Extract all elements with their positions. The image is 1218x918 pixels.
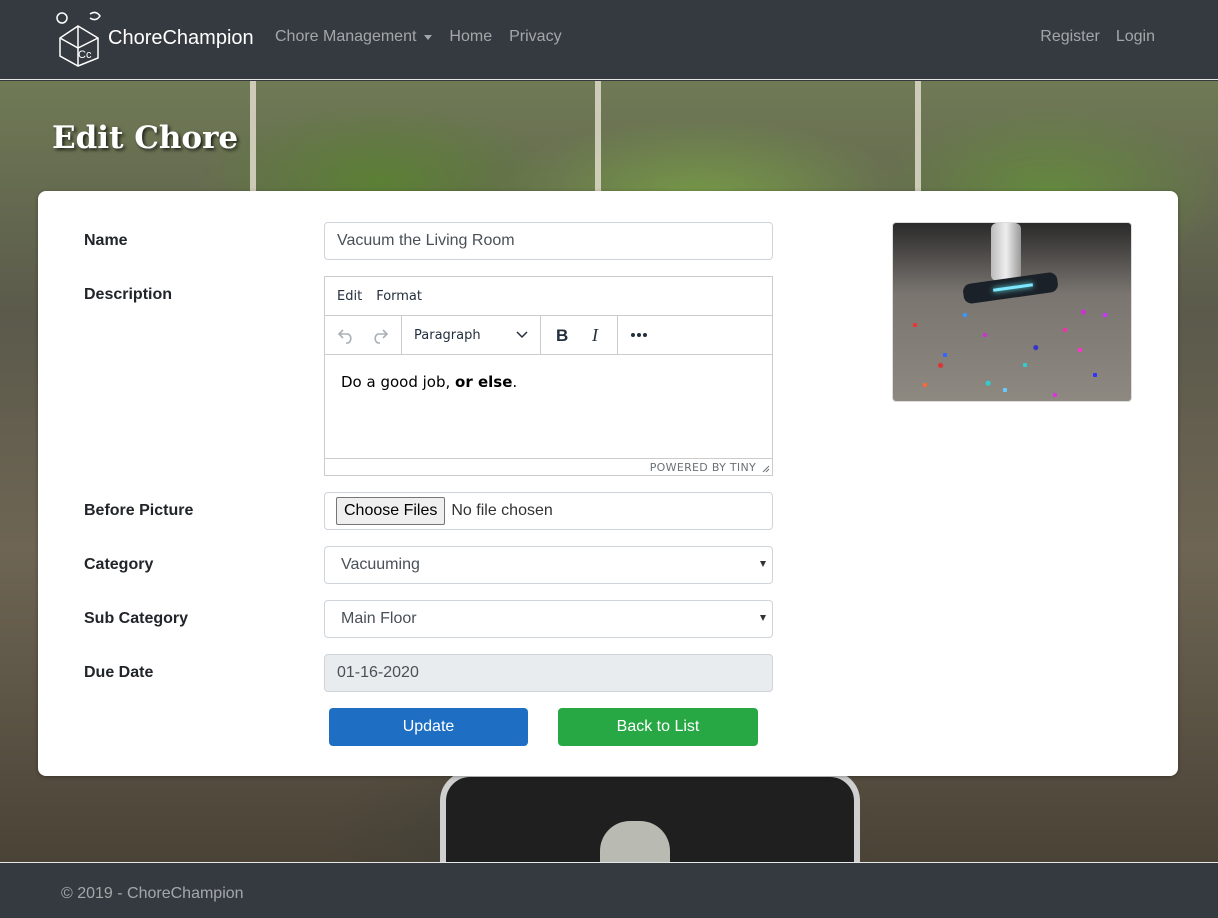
redo-icon[interactable] bbox=[363, 318, 397, 352]
powered-by-label[interactable]: POWERED BY TINY bbox=[650, 461, 756, 474]
back-to-list-button[interactable]: Back to List bbox=[558, 708, 758, 746]
nav-item-privacy[interactable]: Privacy bbox=[509, 28, 561, 46]
brand-link[interactable]: Cc ChoreChampion bbox=[52, 8, 254, 68]
name-input[interactable]: Vacuum the Living Room bbox=[324, 222, 773, 260]
file-status: No file chosen bbox=[451, 502, 553, 519]
top-navbar: Cc ChoreChampion Chore Management Home P… bbox=[0, 0, 1218, 80]
block-format-select[interactable]: Paragraph bbox=[406, 318, 536, 352]
category-select[interactable]: Vacuuming bbox=[324, 546, 773, 584]
name-value: Vacuum the Living Room bbox=[337, 232, 515, 249]
category-value: Vacuuming bbox=[341, 556, 420, 573]
choose-files-button[interactable]: Choose Files bbox=[336, 497, 446, 525]
editor-content-area[interactable]: Do a good job, or else. bbox=[325, 355, 772, 458]
description-label: Description bbox=[84, 286, 173, 303]
sub-category-label: Sub Category bbox=[84, 610, 189, 627]
account-nav: Register Login bbox=[1024, 28, 1155, 46]
nav-item-login[interactable]: Login bbox=[1116, 28, 1155, 46]
editor-menu-format[interactable]: Format bbox=[376, 289, 422, 304]
undo-icon[interactable] bbox=[329, 318, 363, 352]
sub-category-select[interactable]: Main Floor bbox=[324, 600, 773, 638]
editor-toolbar: Paragraph B I bbox=[325, 316, 772, 355]
confetti-dot bbox=[1053, 393, 1057, 397]
format-group: B I bbox=[541, 316, 618, 354]
nav-item-register[interactable]: Register bbox=[1040, 28, 1100, 46]
edit-chore-card: Name Vacuum the Living Room Description … bbox=[38, 191, 1178, 776]
italic-icon[interactable]: I bbox=[579, 318, 613, 352]
brand-name: ChoreChampion bbox=[108, 26, 254, 49]
update-button[interactable]: Update bbox=[329, 708, 528, 746]
confetti-dot bbox=[923, 383, 927, 387]
footer-copyright: © 2019 - ChoreChampion bbox=[61, 885, 244, 902]
nav-item-home[interactable]: Home bbox=[449, 28, 492, 46]
confetti-dot bbox=[1103, 313, 1107, 317]
history-group bbox=[325, 316, 402, 354]
confetti-dot bbox=[913, 323, 917, 327]
description-rich-text-editor: Edit Format Paragraph B I Do a good job,… bbox=[324, 276, 773, 476]
svg-text:Cc: Cc bbox=[78, 49, 92, 61]
category-label: Category bbox=[84, 556, 154, 573]
more-options-icon[interactable] bbox=[622, 318, 656, 352]
name-label: Name bbox=[84, 232, 128, 249]
caret-down-icon bbox=[424, 34, 433, 40]
due-date-label: Due Date bbox=[84, 664, 154, 681]
due-date-value: 01-16-2020 bbox=[337, 664, 419, 681]
confetti-dot bbox=[1093, 373, 1097, 377]
due-date-input[interactable]: 01-16-2020 bbox=[324, 654, 773, 692]
sub-category-value: Main Floor bbox=[341, 610, 417, 627]
caret-down-icon bbox=[760, 561, 766, 567]
more-group bbox=[618, 316, 660, 354]
svg-text:B: B bbox=[556, 326, 568, 344]
confetti-dot bbox=[983, 333, 987, 337]
editor-menubar: Edit Format bbox=[325, 277, 772, 316]
nav-chore-management-dropdown[interactable]: Chore Management bbox=[275, 28, 433, 46]
window-frame bbox=[915, 81, 921, 193]
editor-text: Do a good job, bbox=[341, 373, 456, 391]
svg-text:I: I bbox=[591, 326, 599, 344]
editor-statusbar: POWERED BY TINY bbox=[325, 458, 772, 475]
confetti-dot bbox=[1063, 328, 1067, 332]
confetti-dot bbox=[1023, 363, 1027, 367]
chevron-down-icon bbox=[516, 331, 528, 339]
confetti-dot bbox=[1003, 388, 1007, 392]
nav-item-label: Chore Management bbox=[275, 28, 417, 45]
confetti-dot bbox=[963, 313, 967, 317]
confetti-dot bbox=[1078, 348, 1082, 352]
window-frame bbox=[595, 81, 601, 193]
before-picture-file-input[interactable]: Choose Files No file chosen bbox=[324, 492, 773, 530]
footer: © 2019 - ChoreChampion bbox=[0, 862, 1218, 918]
confetti-dot bbox=[943, 353, 947, 357]
block-format-value: Paragraph bbox=[414, 327, 481, 343]
editor-bold-text: or else bbox=[455, 373, 513, 391]
house-logo-icon: Cc bbox=[56, 11, 101, 67]
page-title: Edit Chore bbox=[52, 120, 239, 156]
bold-icon[interactable]: B bbox=[545, 318, 579, 352]
editor-text-end: . bbox=[512, 373, 518, 391]
window-frame bbox=[250, 81, 256, 193]
editor-menu-edit[interactable]: Edit bbox=[337, 289, 362, 304]
caret-down-icon bbox=[760, 615, 766, 621]
before-picture-label: Before Picture bbox=[84, 502, 194, 519]
block-format-group: Paragraph bbox=[402, 316, 541, 354]
resize-handle-icon[interactable] bbox=[762, 465, 770, 473]
vacuum-pole-shape bbox=[991, 223, 1021, 281]
main-nav: Chore Management Home Privacy bbox=[275, 28, 579, 46]
chore-before-image bbox=[892, 222, 1132, 402]
